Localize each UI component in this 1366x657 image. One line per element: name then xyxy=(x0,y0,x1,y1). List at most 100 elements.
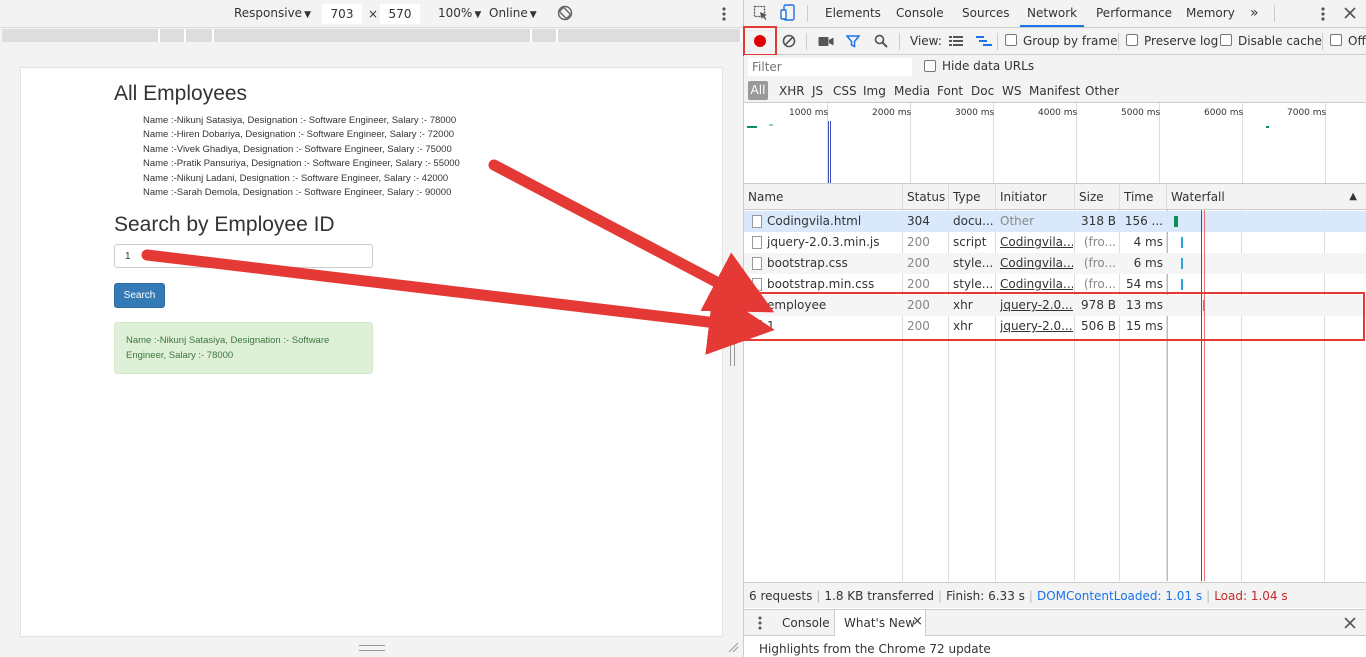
overview-tick: 6000 ms xyxy=(1204,108,1244,118)
tab-network[interactable]: Network xyxy=(1020,0,1085,27)
close-devtools-icon[interactable] xyxy=(1344,7,1356,19)
employee-id-input[interactable] xyxy=(114,244,373,268)
media-query-segment[interactable] xyxy=(214,29,532,42)
request-size: (fro... xyxy=(1083,235,1116,249)
column-header-waterfall[interactable]: Waterfall ▲ xyxy=(1167,184,1366,210)
tab-sources[interactable]: Sources xyxy=(962,0,1009,27)
inspect-element-icon[interactable] xyxy=(753,5,769,21)
waterfall-overview-icon[interactable] xyxy=(976,35,992,47)
type-filter-css[interactable]: CSS xyxy=(833,84,857,98)
network-throttle-select[interactable]: Online ▼ xyxy=(489,6,537,20)
file-icon xyxy=(752,215,762,228)
request-status: 200 xyxy=(907,256,930,270)
dimension-separator: × xyxy=(368,7,379,21)
view-label: View: xyxy=(910,34,942,48)
column-header-status[interactable]: Status xyxy=(903,184,949,210)
media-query-bar[interactable] xyxy=(0,29,743,42)
devtools-menu-icon[interactable] xyxy=(1317,5,1329,23)
resource-type-filter: All XHR JS CSS Img Media Font Doc WS Man… xyxy=(744,79,1366,103)
group-by-frame-checkbox[interactable] xyxy=(1005,34,1017,46)
drawer-tabbar: Console What's New × xyxy=(744,609,1366,636)
table-row[interactable]: bootstrap.css 200 style... Codingvila... (fr… xyxy=(744,253,1366,274)
type-filter-xhr[interactable]: XHR xyxy=(779,84,805,98)
search-button[interactable]: Search xyxy=(114,283,165,308)
close-tab-icon[interactable]: × xyxy=(912,614,923,629)
request-initiator[interactable]: Codingvila... xyxy=(1000,253,1073,274)
chevron-down-icon: ▼ xyxy=(304,10,311,20)
hide-data-urls-checkbox[interactable] xyxy=(924,60,936,72)
toolbar-divider xyxy=(997,33,998,50)
type-filter-doc[interactable]: Doc xyxy=(971,84,994,98)
offline-checkbox[interactable] xyxy=(1330,34,1342,46)
table-row[interactable]: Codingvila.html 304 docu... Other 318 B 156 .… xyxy=(744,211,1366,232)
type-filter-media[interactable]: Media xyxy=(894,84,930,98)
drawer-tab-console[interactable]: Console xyxy=(782,616,830,630)
type-filter-img[interactable]: Img xyxy=(863,84,886,98)
rotate-icon[interactable] xyxy=(557,5,573,21)
column-header-size[interactable]: Size xyxy=(1075,184,1120,210)
resize-handle-bottom[interactable] xyxy=(359,645,385,651)
more-tabs-button[interactable]: » xyxy=(1250,0,1259,27)
drawer-tab-whats-new-label: What's New xyxy=(844,616,916,630)
column-header-time[interactable]: Time xyxy=(1120,184,1167,210)
tab-performance[interactable]: Performance xyxy=(1096,0,1172,27)
status-separator: | xyxy=(1028,589,1033,603)
type-filter-other[interactable]: Other xyxy=(1085,84,1119,98)
media-query-segment[interactable] xyxy=(2,29,160,42)
overview-tick: 7000 ms xyxy=(1287,108,1327,118)
filter-input[interactable] xyxy=(748,58,912,76)
resize-corner-icon[interactable] xyxy=(727,641,739,653)
device-select-label: Responsive xyxy=(234,6,303,20)
media-query-segment[interactable] xyxy=(558,29,742,42)
employee-list-item: Name :-Hiren Dobariya, Designation :- So… xyxy=(143,129,455,141)
column-header-initiator[interactable]: Initiator xyxy=(996,184,1075,210)
file-icon xyxy=(752,278,762,291)
overview-load-line xyxy=(830,121,831,183)
device-toolbar-toggle-icon[interactable] xyxy=(780,4,796,22)
employee-list-item: Name :-Nikunj Satasiya, Designation :- S… xyxy=(143,115,457,126)
column-header-name[interactable]: Name xyxy=(744,184,903,210)
type-filter-font[interactable]: Font xyxy=(937,84,963,98)
type-filter-ws[interactable]: WS xyxy=(1002,84,1021,98)
large-rows-icon[interactable] xyxy=(949,35,963,47)
type-filter-manifest[interactable]: Manifest xyxy=(1029,84,1080,98)
toolbar-divider xyxy=(807,5,808,22)
request-name: Codingvila.html xyxy=(767,214,862,228)
height-input[interactable]: 570 xyxy=(380,4,420,24)
disable-cache-label: Disable cache xyxy=(1238,34,1322,48)
column-header-type[interactable]: Type xyxy=(949,184,996,210)
xhr-requests-annotation-box xyxy=(744,292,1365,341)
type-filter-js[interactable]: JS xyxy=(812,84,823,98)
filter-row: Hide data URLs xyxy=(744,55,1366,79)
width-input[interactable]: 703 xyxy=(322,4,362,24)
resize-handle-right[interactable] xyxy=(730,340,735,366)
device-select[interactable]: Responsive ▼ xyxy=(234,6,311,20)
more-options-icon[interactable] xyxy=(718,5,730,23)
waterfall-load-line xyxy=(1204,210,1205,581)
clear-icon[interactable] xyxy=(782,34,796,48)
drawer-menu-icon[interactable] xyxy=(757,615,763,631)
request-status: 200 xyxy=(907,235,930,249)
tab-elements[interactable]: Elements xyxy=(825,0,881,27)
drawer-tab-whats-new[interactable]: What's New × xyxy=(834,610,926,636)
media-query-segment[interactable] xyxy=(186,29,214,42)
zoom-select[interactable]: 100% ▼ xyxy=(438,6,481,20)
media-query-segment[interactable] xyxy=(160,29,186,42)
media-query-segment[interactable] xyxy=(532,29,558,42)
type-filter-all[interactable]: All xyxy=(748,81,768,100)
tab-console[interactable]: Console xyxy=(896,0,944,27)
request-initiator[interactable]: Codingvila... xyxy=(1000,232,1073,253)
search-icon[interactable] xyxy=(874,34,888,48)
devtools-panel: Elements Console Sources Network Perform… xyxy=(743,0,1366,657)
screenshot-capture-icon[interactable] xyxy=(818,36,834,47)
toolbar-divider xyxy=(806,33,807,50)
tab-memory[interactable]: Memory xyxy=(1186,0,1235,27)
preserve-log-checkbox[interactable] xyxy=(1126,34,1138,46)
filter-icon[interactable] xyxy=(846,34,860,48)
table-row[interactable]: jquery-2.0.3.min.js 200 script Codingvila..… xyxy=(744,232,1366,253)
close-drawer-icon[interactable] xyxy=(1344,617,1356,629)
network-overview[interactable]: 1000 ms 2000 ms 3000 ms 4000 ms 5000 ms … xyxy=(744,103,1366,184)
disable-cache-checkbox[interactable] xyxy=(1220,34,1232,46)
search-heading: Search by Employee ID xyxy=(114,213,335,236)
overview-bar xyxy=(747,126,757,128)
